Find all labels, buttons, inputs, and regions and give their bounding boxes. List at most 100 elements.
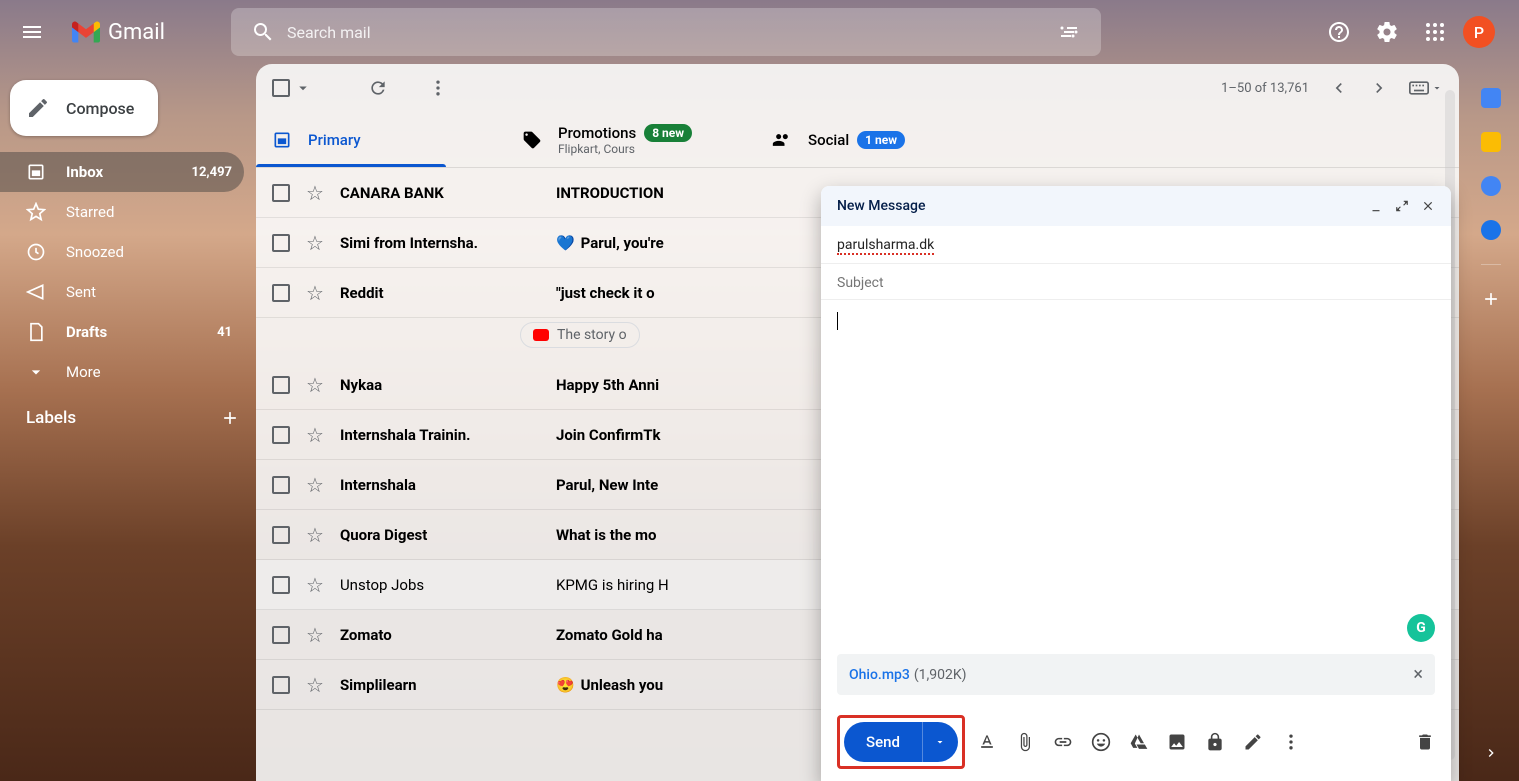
email-checkbox[interactable] bbox=[272, 284, 290, 302]
email-subject: INTRODUCTION bbox=[556, 184, 664, 202]
email-sender: Reddit bbox=[340, 284, 540, 302]
email-checkbox[interactable] bbox=[272, 576, 290, 594]
account-avatar[interactable]: P bbox=[1463, 16, 1495, 48]
format-text-icon[interactable] bbox=[977, 732, 997, 752]
formatting-toolbar bbox=[977, 732, 1301, 752]
star-icon[interactable]: ☆ bbox=[306, 373, 324, 397]
nav-item-inbox[interactable]: Inbox12,497 bbox=[0, 152, 244, 192]
nav-label: Drafts bbox=[66, 323, 197, 341]
star-icon[interactable]: ☆ bbox=[306, 673, 324, 697]
nav-icon bbox=[26, 202, 46, 222]
apps-button[interactable] bbox=[1415, 12, 1455, 52]
input-tool-button[interactable] bbox=[1409, 81, 1443, 95]
main-menu-button[interactable] bbox=[8, 8, 56, 56]
email-checkbox[interactable] bbox=[272, 376, 290, 394]
nav-item-sent[interactable]: Sent bbox=[0, 272, 244, 312]
insert-link-icon[interactable] bbox=[1053, 732, 1073, 752]
refresh-icon[interactable] bbox=[368, 78, 388, 98]
nav-label: Inbox bbox=[66, 163, 172, 181]
search-input[interactable] bbox=[287, 23, 1045, 42]
star-icon[interactable]: ☆ bbox=[306, 231, 324, 255]
grammarly-icon[interactable]: G bbox=[1407, 614, 1435, 642]
close-icon[interactable] bbox=[1421, 199, 1435, 213]
compose-header[interactable]: New Message bbox=[821, 186, 1451, 226]
email-checkbox[interactable] bbox=[272, 526, 290, 544]
hamburger-icon bbox=[20, 20, 44, 44]
contacts-app-icon[interactable] bbox=[1481, 220, 1501, 240]
subject-input[interactable] bbox=[837, 275, 1435, 291]
collapse-panel-icon[interactable] bbox=[1483, 745, 1499, 761]
tab-social[interactable]: Social1 new bbox=[756, 112, 1006, 167]
nav-item-snoozed[interactable]: Snoozed bbox=[0, 232, 244, 272]
remove-attachment-icon[interactable]: × bbox=[1413, 664, 1423, 685]
to-field[interactable]: parulsharma.dk bbox=[821, 226, 1451, 264]
select-all-checkbox[interactable] bbox=[272, 79, 290, 97]
category-tabs: PrimaryPromotions8 newFlipkart, CoursSoc… bbox=[256, 112, 1459, 168]
nav-item-starred[interactable]: Starred bbox=[0, 192, 244, 232]
next-page-icon[interactable] bbox=[1369, 78, 1389, 98]
tab-icon bbox=[522, 130, 542, 150]
send-button-highlight: Send bbox=[837, 715, 965, 769]
add-label-icon[interactable] bbox=[220, 408, 240, 428]
app-name: Gmail bbox=[108, 20, 165, 45]
nav-icon bbox=[26, 162, 46, 182]
tab-promotions[interactable]: Promotions8 newFlipkart, Cours bbox=[506, 112, 756, 167]
logo-area[interactable]: Gmail bbox=[56, 20, 181, 45]
signature-icon[interactable] bbox=[1243, 732, 1263, 752]
emoji-icon[interactable] bbox=[1091, 732, 1111, 752]
minimize-icon[interactable] bbox=[1369, 199, 1383, 213]
search-options-icon[interactable] bbox=[1057, 20, 1081, 44]
email-subject: What is the mo bbox=[556, 526, 657, 544]
send-options-button[interactable] bbox=[922, 722, 958, 762]
star-icon[interactable]: ☆ bbox=[306, 423, 324, 447]
email-checkbox[interactable] bbox=[272, 426, 290, 444]
select-dropdown-icon[interactable] bbox=[294, 79, 312, 97]
nav-label: More bbox=[66, 363, 212, 381]
star-icon[interactable]: ☆ bbox=[306, 281, 324, 305]
keep-app-icon[interactable] bbox=[1481, 132, 1501, 152]
support-button[interactable] bbox=[1319, 12, 1359, 52]
insert-image-icon[interactable] bbox=[1167, 732, 1187, 752]
search-bar[interactable] bbox=[231, 8, 1101, 56]
star-icon[interactable]: ☆ bbox=[306, 573, 324, 597]
email-checkbox[interactable] bbox=[272, 234, 290, 252]
tasks-app-icon[interactable] bbox=[1481, 176, 1501, 196]
drive-icon[interactable] bbox=[1129, 732, 1149, 752]
email-sender: Simi from Internsha. bbox=[340, 234, 540, 252]
email-checkbox[interactable] bbox=[272, 184, 290, 202]
pagination: 1–50 of 13,761 bbox=[1221, 78, 1443, 98]
more-options-icon[interactable] bbox=[1281, 732, 1301, 752]
nav-item-drafts[interactable]: Drafts41 bbox=[0, 312, 244, 352]
email-subject: 💙Parul, you're bbox=[556, 234, 664, 252]
confidential-icon[interactable] bbox=[1205, 732, 1225, 752]
attachment-chip[interactable]: Ohio.mp3 (1,902K) × bbox=[837, 654, 1435, 695]
fullscreen-icon[interactable] bbox=[1395, 199, 1409, 213]
settings-button[interactable] bbox=[1367, 12, 1407, 52]
add-app-icon[interactable] bbox=[1481, 289, 1501, 309]
attach-file-icon[interactable] bbox=[1015, 732, 1035, 752]
attachment-size: (1,902K) bbox=[914, 667, 967, 683]
subject-field[interactable] bbox=[821, 264, 1451, 300]
star-icon[interactable]: ☆ bbox=[306, 523, 324, 547]
email-checkbox[interactable] bbox=[272, 476, 290, 494]
discard-icon[interactable] bbox=[1415, 732, 1435, 752]
attachment-chip[interactable]: The story o bbox=[520, 322, 640, 348]
more-icon[interactable] bbox=[428, 78, 448, 98]
list-toolbar: 1–50 of 13,761 bbox=[256, 64, 1459, 112]
email-sender: Unstop Jobs bbox=[340, 576, 540, 594]
send-button[interactable]: Send bbox=[844, 722, 922, 762]
nav-icon bbox=[26, 362, 46, 382]
email-checkbox[interactable] bbox=[272, 676, 290, 694]
app-header: Gmail P bbox=[0, 0, 1519, 64]
email-checkbox[interactable] bbox=[272, 626, 290, 644]
nav-item-more[interactable]: More bbox=[0, 352, 244, 392]
tab-primary[interactable]: Primary bbox=[256, 112, 506, 167]
star-icon[interactable]: ☆ bbox=[306, 623, 324, 647]
prev-page-icon[interactable] bbox=[1329, 78, 1349, 98]
star-icon[interactable]: ☆ bbox=[306, 181, 324, 205]
compose-body[interactable]: G bbox=[821, 300, 1451, 654]
calendar-app-icon[interactable] bbox=[1481, 88, 1501, 108]
pagination-text: 1–50 of 13,761 bbox=[1221, 81, 1309, 96]
star-icon[interactable]: ☆ bbox=[306, 473, 324, 497]
compose-button[interactable]: Compose bbox=[10, 80, 158, 136]
